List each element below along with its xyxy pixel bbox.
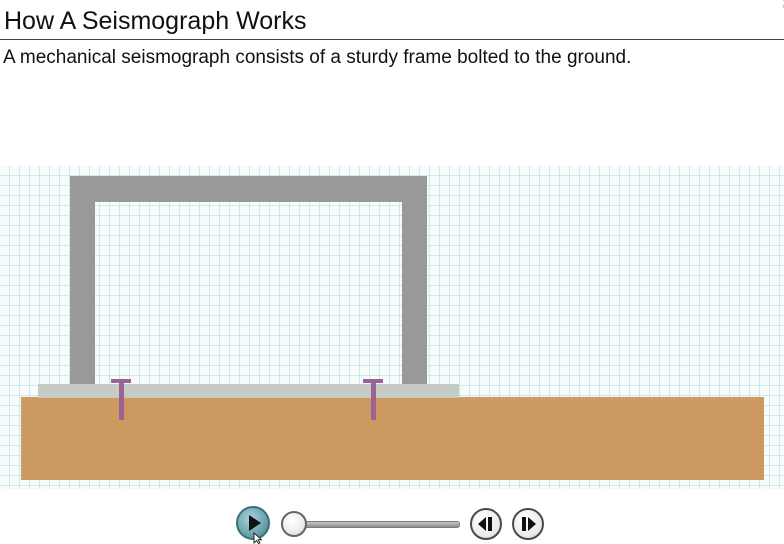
- step-forward-button[interactable]: [512, 508, 544, 540]
- page-title: How A Seismograph Works: [4, 7, 307, 35]
- narration-caption: A mechanical seismograph consists of a s…: [3, 47, 632, 68]
- title-divider: [0, 39, 784, 40]
- step-forward-icon: [522, 517, 536, 531]
- corner-decoration-icon: [772, 0, 784, 10]
- progress-slider-track[interactable]: [300, 521, 460, 528]
- progress-slider-knob[interactable]: [281, 511, 307, 537]
- bolt-left-shaft: [119, 380, 124, 420]
- frame-base-plate: [38, 384, 459, 398]
- frame-top-beam: [70, 176, 427, 202]
- animation-stage: [0, 166, 784, 489]
- step-back-icon: [478, 517, 492, 531]
- frame-right-post: [402, 176, 427, 384]
- ground-block: [21, 397, 764, 480]
- bolt-right-shaft: [371, 380, 376, 420]
- step-back-button[interactable]: [470, 508, 502, 540]
- mouse-cursor-icon: [253, 532, 263, 544]
- frame-left-post: [70, 176, 95, 384]
- playback-controls: [0, 500, 784, 544]
